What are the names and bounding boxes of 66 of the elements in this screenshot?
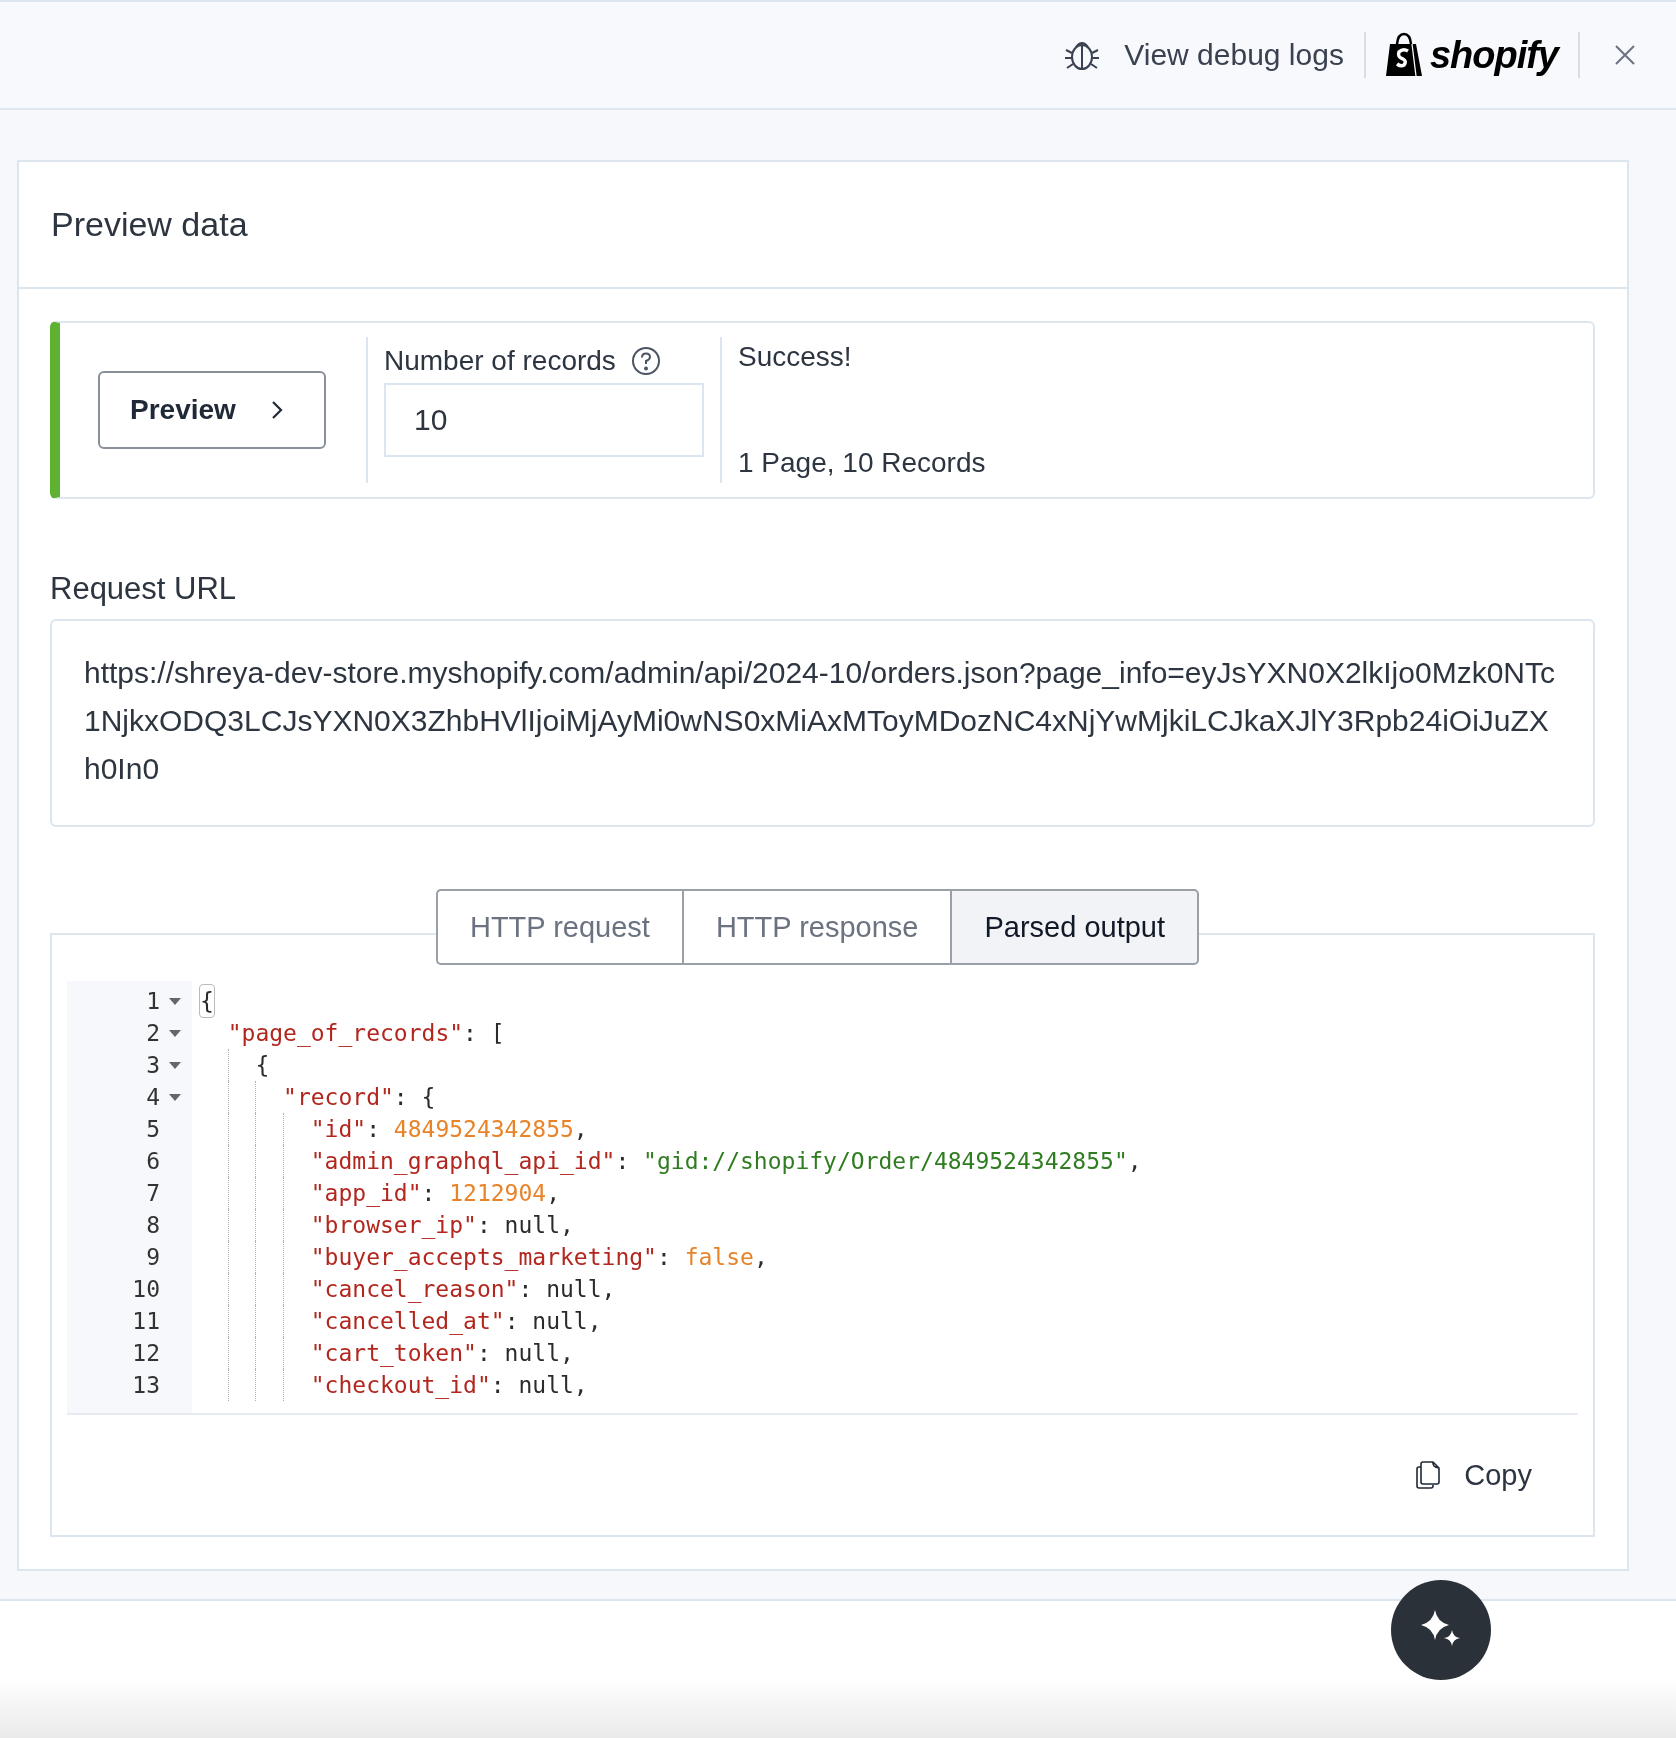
code-token: "app_id" (310, 1179, 422, 1209)
line-number: 3 (146, 1051, 160, 1080)
result-status: Success! (738, 341, 853, 373)
line-number: 10 (132, 1275, 160, 1304)
chevron-right-icon (269, 399, 284, 421)
code-token: : null, (518, 1275, 616, 1304)
code-token: : (366, 1115, 381, 1144)
code-token: "id" (310, 1115, 367, 1144)
line-number: 2 (146, 1019, 160, 1048)
line-number: 13 (132, 1371, 160, 1400)
code-token: , (573, 1115, 588, 1144)
code-token: : null, (476, 1211, 574, 1240)
line-number: 9 (146, 1243, 160, 1272)
code-token: "cart_token" (310, 1339, 477, 1369)
code-token: : null, (504, 1307, 602, 1336)
code-token: : null, (476, 1339, 574, 1368)
code-token: "page_of_records" (227, 1019, 464, 1049)
code-token: "buyer_accepts_marketing" (310, 1243, 657, 1273)
code-token: "record" (283, 1083, 394, 1112)
code-token: : null, (490, 1371, 588, 1400)
request-url: https://shreya-dev-store.myshopify.com/admin/api/2024-10/orders.json?page_info=eyJsYXN0X2lkIjo0Mzk0NTc1NjkxODQ3LCJsYXN0X3ZhbHVlIjoiMjAyMi0wNS0xMiAxMToyMDozNC4xNjYwMjkiLCJkaXJlY3Rpb24iOiJuZXh0In0 (84, 656, 1555, 785)
code-token: : (656, 1243, 672, 1272)
code-token: "browser_ip" (310, 1211, 477, 1241)
fold-caret-icon[interactable] (169, 1029, 181, 1037)
shopping-bag-icon (1385, 32, 1424, 78)
output-tab[interactable]: HTTP response (681, 889, 951, 965)
line-number: 4 (146, 1083, 160, 1112)
line-number: 11 (132, 1307, 160, 1336)
code-token: 1212904 (449, 1179, 547, 1208)
code-token: : (615, 1147, 631, 1176)
copy-icon (1416, 1461, 1443, 1489)
code-token: , (546, 1179, 561, 1208)
line-number: 8 (146, 1211, 160, 1240)
output-tab[interactable]: Parsed output (950, 889, 1200, 965)
code-token: "cancel_reason" (310, 1275, 519, 1305)
line-number: 7 (146, 1179, 160, 1208)
fold-caret-icon[interactable] (169, 1061, 181, 1069)
line-number: 1 (146, 987, 160, 1016)
code-token: : (421, 1179, 437, 1208)
code-token: , (753, 1243, 768, 1272)
output-tab[interactable]: HTTP request (435, 889, 682, 965)
matched-bracket: { (200, 985, 214, 1017)
result-summary: 1 Page, 10 Records (738, 447, 987, 479)
code-token: "admin_graphql_api_id" (310, 1147, 616, 1177)
code-token: : { (393, 1083, 436, 1112)
line-number: 5 (146, 1115, 160, 1144)
code-token: : [ (463, 1019, 505, 1048)
records-input[interactable]: 10 (384, 383, 704, 457)
code-token: , (1127, 1147, 1142, 1176)
line-number: 12 (132, 1339, 160, 1368)
code-token: "cancelled_at" (310, 1307, 505, 1337)
code-token: false (684, 1243, 754, 1272)
code-token: { (255, 1051, 270, 1080)
fold-caret-icon[interactable] (169, 997, 181, 1005)
fold-caret-icon[interactable] (169, 1093, 181, 1101)
field-label: Number of records (384, 345, 616, 377)
section-label: Request URL (50, 571, 238, 607)
code-token: 4849524342855 (393, 1115, 574, 1144)
card-title: Preview data (51, 205, 248, 244)
code-token: "gid://shopify/Order/4849524342855" (643, 1147, 1128, 1176)
code-token: "checkout_id" (310, 1371, 491, 1401)
copy-button[interactable]: Copy (1410, 1457, 1538, 1493)
preview-button[interactable]: Preview (98, 371, 326, 449)
help-icon[interactable] (629, 345, 662, 377)
line-number: 6 (146, 1147, 160, 1176)
view-debug-logs-link[interactable]: View debug logs (1062, 37, 1344, 73)
